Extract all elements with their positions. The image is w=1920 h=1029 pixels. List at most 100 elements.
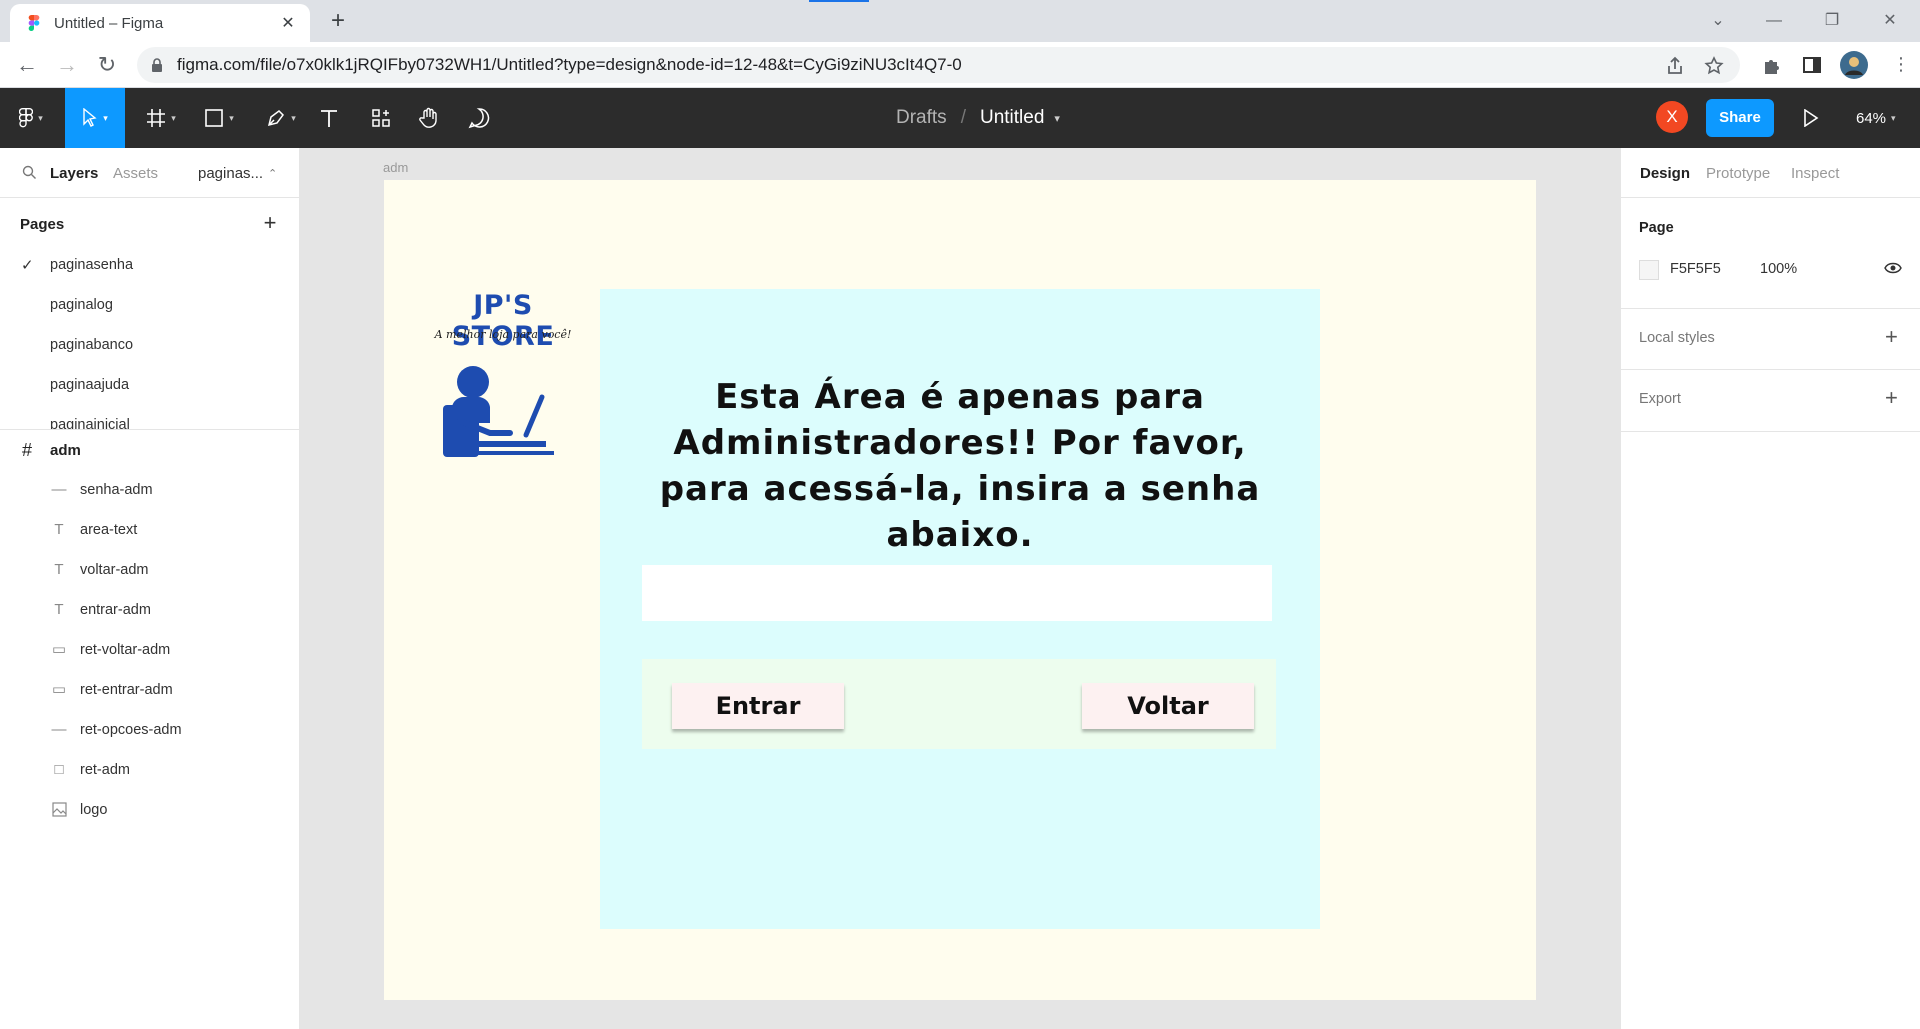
page-item-paginalog[interactable]: paginalog <box>0 285 299 325</box>
main-menu-button[interactable]: ▾ <box>8 88 54 148</box>
tab-layers[interactable]: Layers <box>50 165 98 182</box>
restore-button[interactable]: ❐ <box>1810 6 1854 36</box>
layer-item[interactable]: logo <box>0 790 299 830</box>
layer-label: entrar-adm <box>80 602 151 618</box>
tab-assets[interactable]: Assets <box>113 165 158 182</box>
ret-adm[interactable]: Esta Área é apenas para Administradores!… <box>600 289 1320 929</box>
new-tab-button[interactable]: + <box>324 8 352 36</box>
layer-label: ret-adm <box>80 762 130 778</box>
omnibox[interactable]: figma.com/file/o7x0klk1jRQIFby0732WH1/Un… <box>137 47 1740 83</box>
layer-label: logo <box>80 802 108 818</box>
extensions-puzzle-icon[interactable] <box>1761 54 1783 76</box>
browser-menu-icon[interactable]: ⋮ <box>1890 54 1912 76</box>
layer-item[interactable]: T voltar-adm <box>0 550 299 590</box>
user-avatar[interactable]: X <box>1656 101 1688 133</box>
hand-tool-button[interactable] <box>414 88 444 148</box>
forward-button[interactable]: → <box>52 50 82 80</box>
comment-tool-button[interactable] <box>464 88 494 148</box>
frame-hash-icon: # <box>22 440 33 460</box>
voltar-adm-button[interactable]: Voltar <box>1082 683 1254 729</box>
page-color-hex[interactable]: F5F5F5 <box>1670 261 1721 277</box>
page-item-paginainicial[interactable]: paginainicial <box>0 405 299 429</box>
page-item-paginasenha[interactable]: ✓ paginasenha <box>0 245 299 285</box>
figma-favicon-icon <box>26 15 42 31</box>
layer-frame-adm[interactable]: # adm <box>0 430 299 470</box>
layer-label: ret-entrar-adm <box>80 682 173 698</box>
properties-panel: Design Prototype Inspect Page F5F5F5 100… <box>1620 148 1920 1029</box>
entrar-adm-button[interactable]: Entrar <box>672 683 844 729</box>
close-window-button[interactable]: ✕ <box>1868 6 1912 36</box>
layer-item[interactable]: ▭ ret-entrar-adm <box>0 670 299 710</box>
lock-icon <box>150 58 164 72</box>
layer-item[interactable]: □ ret-adm <box>0 750 299 790</box>
url-text[interactable]: figma.com/file/o7x0klk1jRQIFby0732WH1/Un… <box>177 55 962 75</box>
eye-visibility-icon[interactable] <box>1884 261 1902 280</box>
hand-icon <box>418 107 440 129</box>
search-icon[interactable] <box>22 165 37 185</box>
frame-adm[interactable]: JP'S STORE A melhor loja para você! Esta… <box>384 180 1536 1000</box>
page-item-paginabanco[interactable]: paginabanco <box>0 325 299 365</box>
layer-item[interactable]: — senha-adm <box>0 470 299 510</box>
senha-adm-input[interactable] <box>642 565 1272 621</box>
layer-item[interactable]: T area-text <box>0 510 299 550</box>
page-color-swatch[interactable] <box>1639 260 1659 280</box>
design-canvas[interactable]: adm JP'S STORE A melhor loja para você! … <box>300 148 1620 1029</box>
text-icon: T <box>54 561 64 578</box>
resources-tool-button[interactable] <box>366 88 396 148</box>
layer-item[interactable]: T entrar-adm <box>0 590 299 630</box>
browser-tab-strip: Untitled – Figma ✕ + ⌄ — ❐ ✕ <box>0 0 1920 42</box>
frame-hash-icon <box>146 108 166 128</box>
share-button[interactable]: Share <box>1706 99 1774 137</box>
share-page-icon[interactable] <box>1664 55 1686 77</box>
local-styles-section: Local styles + <box>1621 310 1920 370</box>
text-icon: T <box>54 601 64 618</box>
page-color-opacity[interactable]: 100% <box>1760 261 1797 277</box>
page-item-paginaajuda[interactable]: paginaajuda <box>0 365 299 405</box>
browser-tab[interactable]: Untitled – Figma ✕ <box>10 4 310 42</box>
rectangle-icon: ▭ <box>51 681 67 698</box>
checkmark-icon: ✓ <box>21 257 34 274</box>
chevron-up-icon[interactable]: ⌃ <box>268 167 277 180</box>
chevron-down-icon: ▾ <box>171 112 176 123</box>
zoom-control[interactable]: 64% ▾ <box>1856 88 1896 148</box>
image-icon <box>51 802 67 818</box>
text-tool-button[interactable] <box>314 88 344 148</box>
profile-avatar[interactable] <box>1840 51 1868 79</box>
present-button[interactable] <box>1796 88 1826 148</box>
pen-tool-button[interactable]: ▾ <box>258 88 304 148</box>
tab-prototype[interactable]: Prototype <box>1706 165 1770 182</box>
figma-logo-icon <box>19 108 34 128</box>
file-name[interactable]: Untitled <box>980 107 1044 129</box>
layers-panel: Layers Assets paginas... ⌃ Pages + ✓ pag… <box>0 148 300 1029</box>
minimize-button[interactable]: — <box>1752 6 1796 36</box>
area-text[interactable]: Esta Área é apenas para Administradores!… <box>650 374 1270 558</box>
rectangle-icon: □ <box>54 761 64 778</box>
tab-design[interactable]: Design <box>1640 165 1690 182</box>
add-style-icon[interactable]: + <box>1885 324 1898 350</box>
tab-close-icon[interactable]: ✕ <box>278 13 298 33</box>
tab-inspect[interactable]: Inspect <box>1791 165 1839 182</box>
drafts-link[interactable]: Drafts <box>896 107 947 129</box>
add-export-icon[interactable]: + <box>1885 385 1898 411</box>
reload-button[interactable]: ↻ <box>92 50 122 80</box>
frame-tool-button[interactable]: ▾ <box>138 88 184 148</box>
chevron-down-icon: ▾ <box>103 112 108 123</box>
left-panel-tabs: Layers Assets paginas... ⌃ <box>0 148 299 198</box>
move-tool-button[interactable]: ▾ <box>65 88 125 148</box>
current-page-selector[interactable]: paginas... <box>198 165 263 182</box>
shape-tool-button[interactable]: ▾ <box>196 88 242 148</box>
page-label: paginalog <box>50 297 113 313</box>
bookmark-star-icon[interactable] <box>1703 55 1725 77</box>
frame-label[interactable]: adm <box>383 160 408 175</box>
layer-item[interactable]: ▭ ret-voltar-adm <box>0 630 299 670</box>
back-button[interactable]: ← <box>12 50 42 80</box>
chevron-down-icon[interactable]: ▾ <box>1054 112 1060 125</box>
layer-item[interactable]: — ret-opcoes-adm <box>0 710 299 750</box>
loading-indicator <box>809 0 869 2</box>
export-title: Export <box>1639 391 1681 407</box>
add-page-icon[interactable]: + <box>260 210 280 236</box>
side-panel-icon[interactable] <box>1801 54 1823 76</box>
logo[interactable]: JP'S STORE A melhor loja para você! <box>423 290 583 470</box>
tab-search-icon[interactable]: ⌄ <box>1696 6 1740 36</box>
layer-label: ret-voltar-adm <box>80 642 171 658</box>
